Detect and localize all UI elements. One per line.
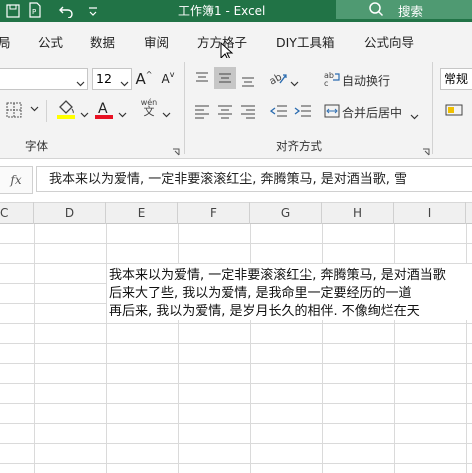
column-header-c[interactable]: C — [0, 202, 34, 224]
cell-text-line-3: 再后来, 我以为爱情, 是岁月长久的相伴. 不像绚烂在天 — [109, 304, 420, 319]
save-icon[interactable] — [6, 3, 20, 22]
fill-color-icon[interactable] — [56, 98, 76, 124]
decrease-indent-icon[interactable] — [269, 103, 288, 123]
decrease-font-glyph: A — [161, 72, 170, 86]
font-color-dropdown-icon[interactable] — [118, 104, 127, 123]
increase-font-button[interactable]: A ^ — [134, 68, 154, 90]
align-left-icon[interactable] — [194, 103, 210, 123]
tab-layout[interactable]: 局 — [0, 32, 11, 51]
svg-text:P: P — [32, 8, 36, 16]
undo-icon[interactable] — [58, 3, 74, 22]
cell-text-line-1: 我本来以为爱情, 一定非要滚滚红尘, 奔腾策马, 是对酒当歌 — [109, 268, 446, 283]
quick-access-dropdown-icon[interactable] — [88, 3, 98, 22]
tab-review[interactable]: 审阅 — [144, 32, 169, 51]
file-icon[interactable]: P — [28, 2, 42, 22]
fill-color-dropdown-icon[interactable] — [80, 104, 89, 123]
align-center-icon[interactable] — [217, 103, 233, 123]
font-dialog-launcher-icon[interactable] — [172, 141, 180, 160]
wrap-text-label[interactable]: 自动换行 — [342, 72, 390, 89]
fx-label: fx — [10, 173, 22, 187]
group-separator — [432, 62, 433, 154]
search-icon — [368, 1, 384, 21]
merge-center-label[interactable]: 合并后居中 — [342, 104, 402, 121]
grid-line — [322, 224, 323, 473]
accounting-format-icon[interactable] — [444, 102, 464, 122]
column-header-i[interactable]: I — [394, 202, 466, 224]
search-placeholder: 搜索 — [398, 4, 424, 19]
font-size-value: 12 — [96, 71, 112, 86]
number-format-value: 常规 — [444, 72, 469, 86]
column-header-h[interactable]: H — [322, 202, 394, 224]
cell-text-line-2: 后来大了些, 我以为爱情, 是我命里一定要经历的一道 — [109, 286, 412, 301]
phonetic-char-icon: 文 — [143, 105, 155, 118]
grid-line — [466, 224, 467, 473]
column-header-g[interactable]: G — [250, 202, 322, 224]
svg-text:ab: ab — [268, 72, 284, 87]
align-right-icon[interactable] — [240, 103, 256, 123]
grid-line — [178, 224, 179, 473]
wrap-text-icon[interactable]: ab c — [324, 70, 342, 90]
align-middle-button[interactable] — [214, 67, 236, 89]
phonetic-dropdown-icon[interactable] — [162, 104, 171, 123]
borders-icon[interactable] — [6, 102, 22, 122]
group-separator — [184, 62, 185, 154]
worksheet-grid[interactable] — [0, 224, 472, 473]
align-bottom-icon[interactable] — [240, 71, 256, 91]
borders-dropdown-icon[interactable] — [30, 104, 39, 116]
font-group-label: 字体 — [25, 139, 48, 153]
svg-text:c: c — [324, 79, 328, 86]
orientation-icon[interactable]: ab — [268, 69, 288, 91]
grid-line — [394, 224, 395, 473]
chevron-down-icon[interactable] — [120, 73, 129, 92]
grid-line — [34, 224, 35, 473]
increase-font-glyph: A — [135, 70, 146, 88]
align-top-icon[interactable] — [194, 70, 210, 90]
grid-line — [106, 224, 107, 473]
tab-diy-toolbox[interactable]: DIY工具箱 — [276, 32, 334, 51]
column-header-e[interactable]: E — [106, 202, 178, 224]
grid-line — [250, 224, 251, 473]
font-color-icon[interactable]: A — [94, 98, 114, 124]
alignment-group-label: 对齐方式 — [276, 139, 322, 153]
svg-text:A: A — [98, 101, 108, 117]
tab-formulas[interactable]: 公式 — [38, 32, 63, 51]
window-title: 工作簿1 - Excel — [178, 4, 266, 18]
column-header-f[interactable]: F — [178, 202, 250, 224]
phonetic-guide-button[interactable]: wén 文 — [138, 98, 160, 118]
increase-indent-icon[interactable] — [294, 103, 312, 123]
merge-center-icon[interactable] — [324, 103, 340, 123]
divider — [46, 100, 47, 122]
number-format-combobox[interactable]: 常规 — [440, 68, 472, 90]
chevron-down-icon[interactable] — [76, 73, 85, 92]
formula-input[interactable]: 我本来以为爱情, 一定非要滚滚红尘, 奔腾策马, 是对酒当歌, 雪 — [36, 166, 472, 192]
alignment-dialog-launcher-icon[interactable] — [422, 141, 430, 160]
column-header-d[interactable]: D — [34, 202, 106, 224]
insert-function-button[interactable]: fx — [0, 166, 33, 194]
decrease-font-button[interactable]: Av — [158, 68, 178, 90]
orientation-dropdown-icon[interactable] — [290, 73, 299, 92]
font-name-combobox[interactable] — [0, 68, 88, 90]
tab-formula-wizard[interactable]: 公式向导 — [364, 32, 414, 51]
merge-dropdown-icon[interactable] — [410, 106, 419, 125]
tab-data[interactable]: 数据 — [90, 32, 115, 51]
